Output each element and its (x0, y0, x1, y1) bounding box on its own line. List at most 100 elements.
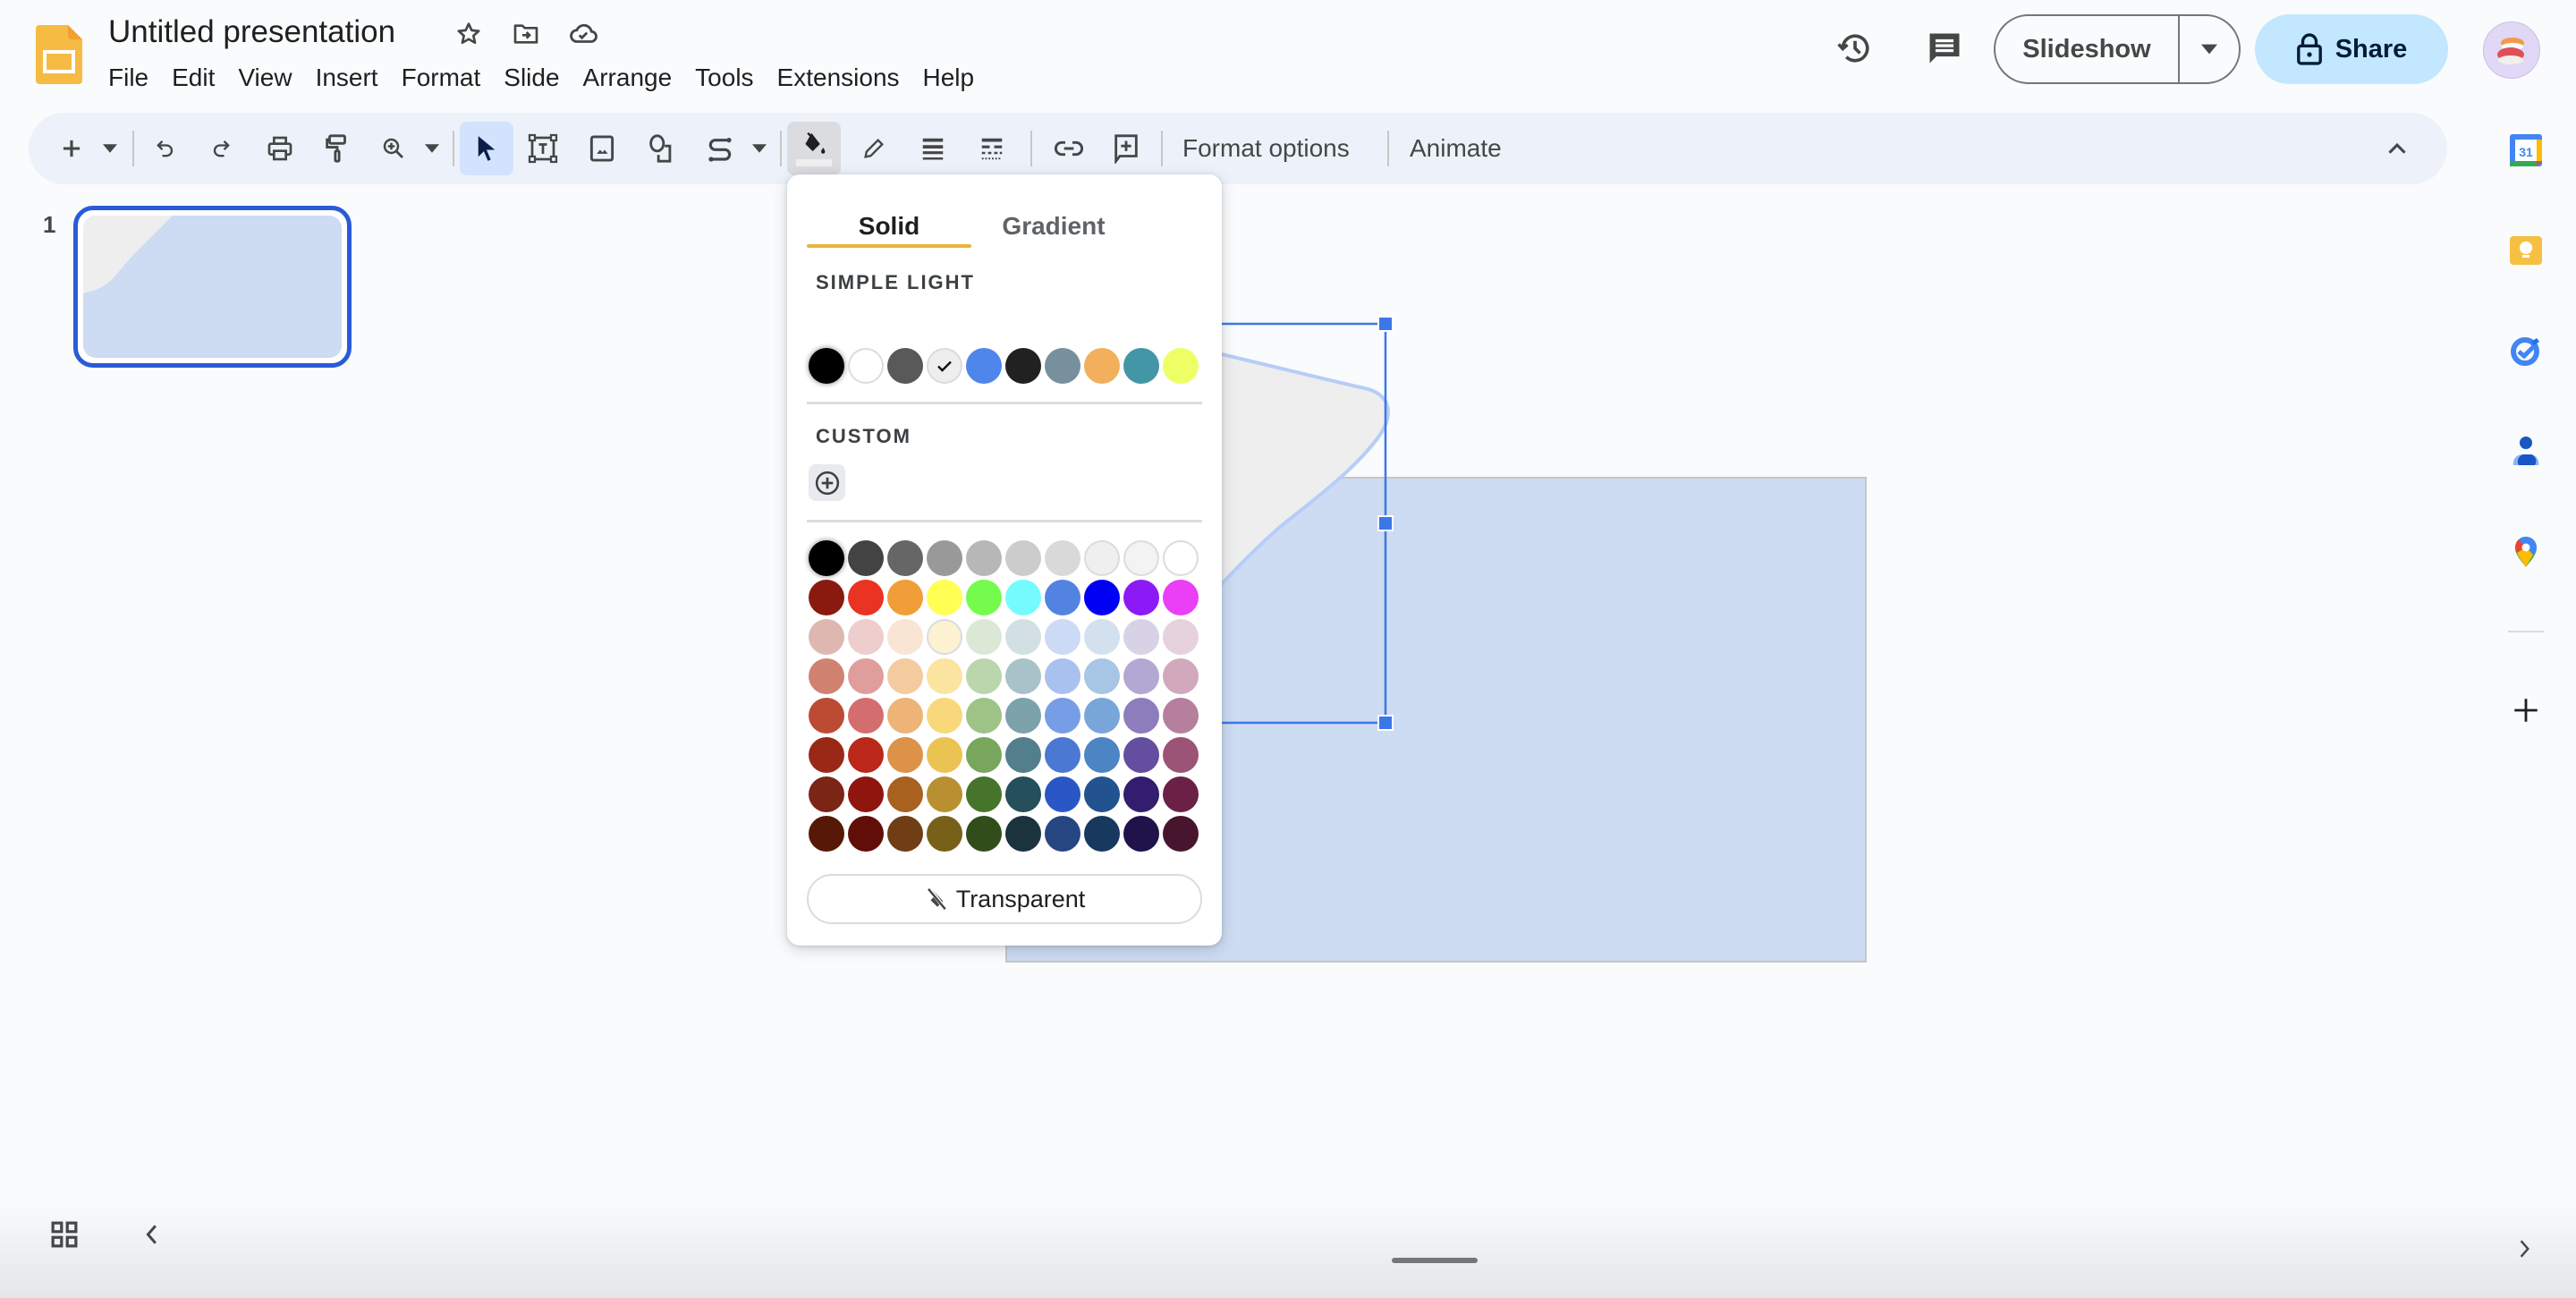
palette-color-swatch[interactable] (1084, 658, 1120, 694)
palette-color-swatch[interactable] (1084, 776, 1120, 812)
palette-color-swatch[interactable] (927, 698, 962, 734)
palette-color-swatch[interactable] (966, 658, 1002, 694)
star-icon[interactable] (453, 18, 485, 50)
palette-color-swatch[interactable] (1123, 698, 1159, 734)
grid-view-button[interactable] (47, 1217, 82, 1252)
menu-arrange[interactable]: Arrange (572, 59, 684, 97)
menu-extensions[interactable]: Extensions (766, 59, 911, 97)
palette-color-swatch[interactable] (927, 737, 962, 773)
slides-logo[interactable] (36, 25, 82, 84)
palette-color-swatch[interactable] (927, 540, 962, 576)
comments-icon[interactable] (1919, 23, 1970, 73)
palette-color-swatch[interactable] (1045, 658, 1080, 694)
palette-color-swatch[interactable] (887, 580, 923, 615)
text-box-button[interactable] (522, 122, 564, 175)
palette-color-swatch[interactable] (1005, 698, 1041, 734)
new-slide-dropdown[interactable] (97, 122, 123, 175)
palette-color-swatch[interactable] (1005, 658, 1041, 694)
palette-color-swatch[interactable] (1045, 580, 1080, 615)
palette-color-swatch[interactable] (1123, 737, 1159, 773)
slideshow-dropdown[interactable] (2180, 16, 2239, 82)
palette-color-swatch[interactable] (1045, 619, 1080, 655)
palette-color-swatch[interactable] (1084, 737, 1120, 773)
contacts-app-button[interactable] (2503, 428, 2549, 474)
palette-color-swatch[interactable] (1163, 540, 1199, 576)
undo-button[interactable] (145, 122, 186, 175)
palette-color-swatch[interactable] (848, 619, 884, 655)
palette-color-swatch[interactable] (809, 776, 844, 812)
share-button[interactable]: Share (2255, 14, 2448, 84)
palette-color-swatch[interactable] (887, 619, 923, 655)
add-comment-button[interactable] (1106, 122, 1147, 175)
palette-color-swatch[interactable] (1123, 619, 1159, 655)
select-tool-button[interactable] (460, 122, 513, 175)
zoom-dropdown[interactable] (419, 122, 445, 175)
palette-color-swatch[interactable] (1005, 737, 1041, 773)
new-slide-button[interactable] (54, 122, 89, 175)
palette-color-swatch[interactable] (966, 619, 1002, 655)
palette-color-swatch[interactable] (1045, 776, 1080, 812)
palette-color-swatch[interactable] (1084, 540, 1120, 576)
fill-color-button[interactable] (787, 122, 841, 175)
palette-color-swatch[interactable] (927, 580, 962, 615)
menu-help[interactable]: Help (911, 59, 987, 97)
account-avatar[interactable] (2483, 21, 2540, 79)
palette-color-swatch[interactable] (809, 619, 844, 655)
document-title[interactable]: Untitled presentation (108, 13, 395, 52)
palette-color-swatch[interactable] (848, 540, 884, 576)
palette-color-swatch[interactable] (1123, 816, 1159, 852)
palette-color-swatch[interactable] (1005, 619, 1041, 655)
palette-color-swatch[interactable] (966, 776, 1002, 812)
menu-tools[interactable]: Tools (683, 59, 765, 97)
palette-color-swatch[interactable] (1084, 698, 1120, 734)
palette-color-swatch[interactable] (1005, 580, 1041, 615)
maps-app-button[interactable] (2503, 528, 2549, 574)
menu-view[interactable]: View (226, 59, 303, 97)
palette-color-swatch[interactable] (809, 658, 844, 694)
palette-color-swatch[interactable] (1123, 776, 1159, 812)
collapse-filmstrip-button[interactable] (136, 1217, 166, 1252)
palette-color-swatch[interactable] (966, 580, 1002, 615)
palette-color-swatch[interactable] (1005, 540, 1041, 576)
menu-slide[interactable]: Slide (492, 59, 571, 97)
palette-color-swatch[interactable] (927, 816, 962, 852)
slideshow-button[interactable]: Slideshow (1996, 16, 2178, 82)
palette-color-swatch[interactable] (1045, 816, 1080, 852)
palette-color-swatch[interactable] (1123, 540, 1159, 576)
palette-color-swatch[interactable] (966, 698, 1002, 734)
palette-color-swatch[interactable] (809, 698, 844, 734)
version-history-icon[interactable] (1830, 23, 1880, 73)
theme-color-swatch[interactable] (848, 348, 884, 384)
theme-color-swatch[interactable] (887, 348, 923, 384)
palette-color-swatch[interactable] (887, 698, 923, 734)
palette-color-swatch[interactable] (1123, 580, 1159, 615)
palette-color-swatch[interactable] (1045, 540, 1080, 576)
cloud-saved-icon[interactable] (567, 18, 599, 50)
palette-color-swatch[interactable] (1163, 619, 1199, 655)
palette-color-swatch[interactable] (887, 658, 923, 694)
slide-thumbnail[interactable] (73, 206, 352, 368)
palette-color-swatch[interactable] (927, 619, 962, 655)
border-weight-button[interactable] (912, 122, 953, 175)
transparent-button[interactable]: Transparent (807, 874, 1202, 924)
menu-insert[interactable]: Insert (304, 59, 390, 97)
palette-color-swatch[interactable] (927, 776, 962, 812)
theme-color-swatch[interactable] (1123, 348, 1159, 384)
palette-color-swatch[interactable] (1163, 580, 1199, 615)
palette-color-swatch[interactable] (1045, 698, 1080, 734)
paint-format-button[interactable] (317, 122, 358, 175)
zoom-button[interactable] (376, 122, 411, 175)
palette-color-swatch[interactable] (1163, 658, 1199, 694)
theme-color-swatch[interactable] (1084, 348, 1120, 384)
palette-color-swatch[interactable] (809, 737, 844, 773)
palette-color-swatch[interactable] (887, 540, 923, 576)
palette-color-swatch[interactable] (887, 776, 923, 812)
palette-color-swatch[interactable] (848, 816, 884, 852)
palette-color-swatch[interactable] (927, 658, 962, 694)
theme-color-swatch[interactable] (1005, 348, 1041, 384)
tasks-app-button[interactable] (2503, 327, 2549, 374)
palette-color-swatch[interactable] (966, 540, 1002, 576)
insert-image-button[interactable] (581, 122, 623, 175)
theme-color-swatch[interactable] (927, 348, 962, 384)
palette-color-swatch[interactable] (1084, 580, 1120, 615)
